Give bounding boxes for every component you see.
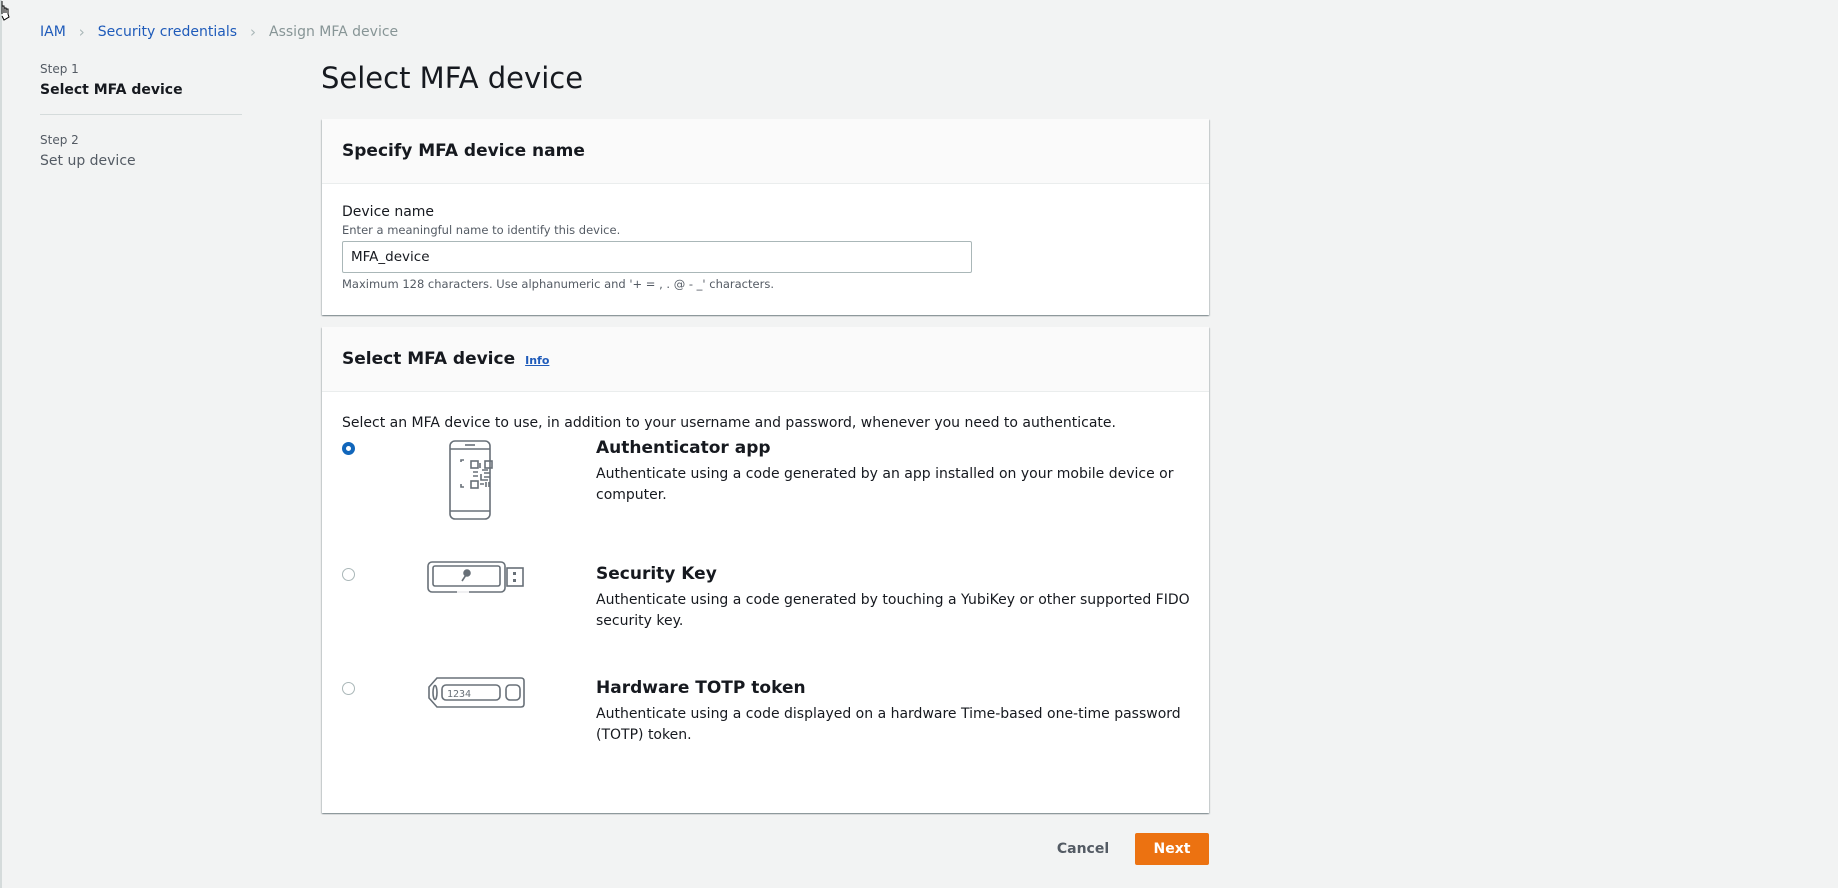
token-display-text: 1234 xyxy=(447,689,471,700)
chevron-right-icon: › xyxy=(78,23,85,41)
panel-header: Select MFA device Info xyxy=(322,327,1209,392)
cancel-button[interactable]: Cancel xyxy=(1050,833,1116,865)
breadcrumb-security-credentials[interactable]: Security credentials xyxy=(98,24,237,40)
info-link[interactable]: Info xyxy=(525,354,549,367)
step-2: Step 2 Set up device xyxy=(40,133,242,169)
step-title: Select MFA device xyxy=(40,82,183,98)
device-name-panel: Specify MFA device name Device name Ente… xyxy=(322,119,1209,315)
phone-qr-icon xyxy=(449,440,493,520)
step-number: Step 1 xyxy=(40,62,79,76)
breadcrumb-iam[interactable]: IAM xyxy=(40,24,66,40)
device-name-description: Enter a meaningful name to identify this… xyxy=(342,223,621,237)
option-title: Security Key xyxy=(596,564,717,584)
panel-title: Select MFA device xyxy=(342,349,516,369)
option-title: Hardware TOTP token xyxy=(596,678,806,698)
page-title: Select MFA device xyxy=(321,61,584,95)
option-description: Authenticate using a code generated by a… xyxy=(596,466,1174,503)
chevron-right-icon: › xyxy=(250,23,257,41)
panel-title: Specify MFA device name xyxy=(342,141,585,161)
step-number: Step 2 xyxy=(40,133,79,147)
option-description: Authenticate using a code generated by t… xyxy=(596,592,1190,629)
device-name-hint: Maximum 128 characters. Use alphanumeric… xyxy=(342,277,774,291)
radio-authenticator-app[interactable] xyxy=(342,442,355,455)
breadcrumb: IAM › Security credentials › Assign MFA … xyxy=(40,23,398,41)
mouse-cursor-icon xyxy=(1,1,10,21)
step-divider xyxy=(40,114,242,115)
device-name-input[interactable] xyxy=(342,241,972,273)
option-description: Authenticate using a code displayed on a… xyxy=(596,706,1181,743)
radio-hardware-totp[interactable] xyxy=(342,682,355,695)
next-button[interactable]: Next xyxy=(1135,833,1209,865)
breadcrumb-current: Assign MFA device xyxy=(269,24,399,40)
radio-security-key[interactable] xyxy=(342,568,355,581)
panel-header: Specify MFA device name xyxy=(322,119,1209,184)
device-intro-text: Select an MFA device to use, in addition… xyxy=(342,415,1116,431)
usb-key-icon xyxy=(427,561,524,593)
step-title: Set up device xyxy=(40,153,136,169)
totp-token-icon: 1234 xyxy=(428,677,525,708)
option-title: Authenticator app xyxy=(596,438,771,458)
device-name-label: Device name xyxy=(342,204,435,220)
select-device-panel: Select MFA device Info Select an MFA dev… xyxy=(322,327,1209,813)
wizard-steps: Step 1 Select MFA device Step 2 Set up d… xyxy=(40,62,242,169)
step-1: Step 1 Select MFA device xyxy=(40,62,242,98)
